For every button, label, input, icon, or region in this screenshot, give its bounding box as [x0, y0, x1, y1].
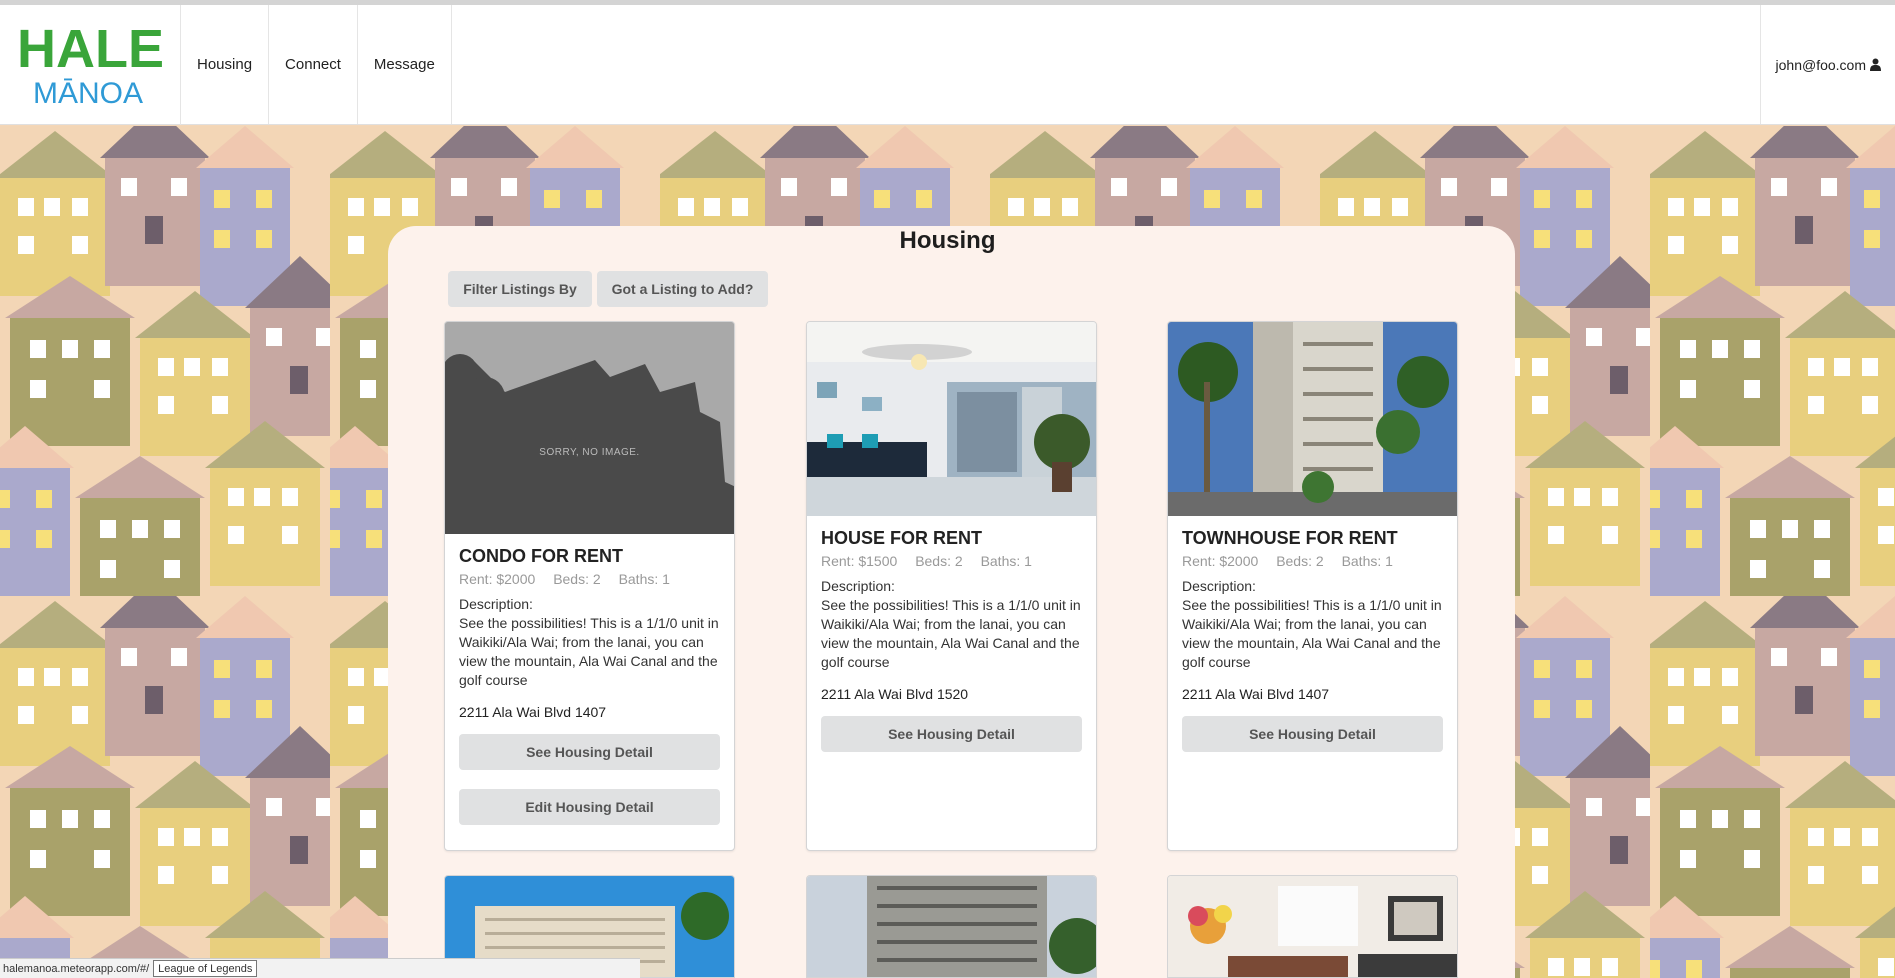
- listing-beds: Beds: 2: [1276, 553, 1324, 569]
- see-housing-detail-button[interactable]: See Housing Detail: [459, 734, 720, 770]
- listing-description: Description: See the possibilities! This…: [459, 595, 720, 690]
- listing-address: 2211 Ala Wai Blvd 1407: [1182, 686, 1330, 702]
- description-text: See the possibilities! This is a 1/1/0 u…: [1182, 597, 1442, 670]
- listing-baths: Baths: 1: [980, 553, 1032, 569]
- listing-image-highrise: [1168, 322, 1457, 516]
- listing-baths: Baths: 1: [618, 571, 670, 587]
- listing-meta: Rent: $2000 Beds: 2 Baths: 1: [459, 571, 720, 587]
- description-label: Description:: [1182, 578, 1256, 594]
- nav-message-label: Message: [373, 56, 435, 73]
- user-menu[interactable]: john@foo.com: [1759, 5, 1895, 124]
- logo-bottom-text: MĀNOA: [33, 77, 143, 110]
- listing-rent: Rent: $1500: [821, 553, 898, 569]
- listing-card-condo[interactable]: SORRY, NO IMAGE. CONDO FOR RENT Rent: $2…: [444, 321, 735, 851]
- listing-card-partial-3[interactable]: [1167, 875, 1458, 978]
- description-label: Description:: [459, 596, 533, 612]
- user-email: john@foo.com: [1775, 56, 1866, 73]
- listing-image-tower: [807, 876, 1096, 977]
- no-image-text: SORRY, NO IMAGE.: [539, 447, 640, 458]
- see-housing-detail-button[interactable]: See Housing Detail: [821, 716, 1082, 752]
- description-label: Description:: [821, 578, 895, 594]
- tooltip: League of Legends: [153, 960, 258, 977]
- listing-address: 2211 Ala Wai Blvd 1407: [459, 704, 607, 720]
- top-navbar: HALE MĀNOA Housing Connect Message john@…: [0, 5, 1895, 125]
- nav-message[interactable]: Message: [358, 5, 452, 124]
- listing-meta: Rent: $1500 Beds: 2 Baths: 1: [821, 553, 1082, 569]
- listing-card-house[interactable]: HOUSE FOR RENT Rent: $1500 Beds: 2 Baths…: [806, 321, 1097, 851]
- status-url: halemanoa.meteorapp.com/#/: [3, 962, 150, 975]
- listing-title: TOWNHOUSE FOR RENT: [1182, 528, 1398, 548]
- edit-housing-detail-button[interactable]: Edit Housing Detail: [459, 789, 720, 825]
- add-listing-button[interactable]: Got a Listing to Add?: [597, 271, 768, 307]
- listing-card-townhouse[interactable]: TOWNHOUSE FOR RENT Rent: $2000 Beds: 2 B…: [1167, 321, 1458, 851]
- page-title: Housing: [899, 227, 996, 254]
- listing-meta: Rent: $2000 Beds: 2 Baths: 1: [1182, 553, 1443, 569]
- listing-image-placeholder: SORRY, NO IMAGE.: [445, 322, 734, 534]
- listing-beds: Beds: 2: [915, 553, 963, 569]
- listing-title: CONDO FOR RENT: [459, 546, 623, 566]
- listing-image-living-room: [1168, 876, 1457, 977]
- filter-listings-button[interactable]: Filter Listings By: [448, 271, 592, 307]
- description-text: See the possibilities! This is a 1/1/0 u…: [821, 597, 1081, 670]
- listing-address: 2211 Ala Wai Blvd 1520: [821, 686, 969, 702]
- listing-beds: Beds: 2: [553, 571, 601, 587]
- logo-link[interactable]: HALE MĀNOA: [0, 5, 181, 125]
- nav-connect-label: Connect: [285, 56, 341, 73]
- nav-housing-label: Housing: [197, 56, 253, 73]
- nav-housing[interactable]: Housing: [181, 5, 270, 124]
- hale-manoa-logo: HALE MĀNOA: [17, 19, 164, 110]
- description-text: See the possibilities! This is a 1/1/0 u…: [459, 615, 719, 688]
- user-icon: [1870, 58, 1881, 71]
- see-housing-detail-button[interactable]: See Housing Detail: [1182, 716, 1443, 752]
- browser-status-bar: halemanoa.meteorapp.com/#/ League of Leg…: [0, 958, 640, 978]
- listing-description: Description: See the possibilities! This…: [821, 577, 1082, 672]
- listing-title: HOUSE FOR RENT: [821, 528, 983, 548]
- nav-connect[interactable]: Connect: [269, 5, 358, 124]
- listing-rent: Rent: $2000: [459, 571, 536, 587]
- listing-description: Description: See the possibilities! This…: [1182, 577, 1443, 672]
- listing-rent: Rent: $2000: [1182, 553, 1259, 569]
- listing-card-partial-2[interactable]: [806, 875, 1097, 978]
- logo-top-text: HALE: [17, 19, 164, 79]
- listing-baths: Baths: 1: [1341, 553, 1393, 569]
- listing-image-house-interior: [807, 322, 1096, 516]
